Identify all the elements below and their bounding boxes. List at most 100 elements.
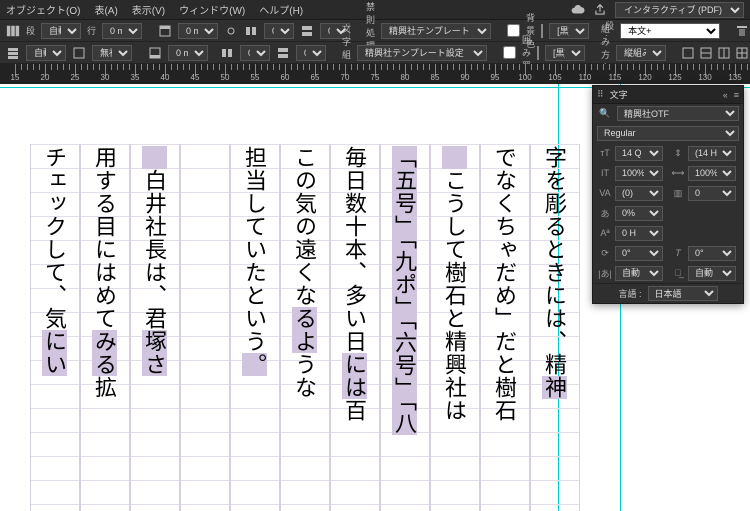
cloud-icon[interactable]	[571, 3, 585, 17]
text-column[interactable]: 用する目にはめてみる拡	[80, 144, 130, 511]
hscale-select[interactable]: 100%	[688, 166, 736, 181]
mojikumi-select[interactable]: 精興社テンプレート設定	[357, 45, 487, 61]
highlighted-text: るよ	[292, 307, 317, 353]
ruler-label: 100	[518, 73, 531, 82]
menu-window[interactable]: ウィンドウ(W)	[179, 2, 245, 17]
bgcolor-checkbox[interactable]	[507, 24, 520, 37]
ruler-label: 125	[668, 73, 681, 82]
ruler-label: 105	[548, 73, 561, 82]
kinsoku-select[interactable]: 精興社テンプレート	[381, 23, 491, 39]
ruler-label: 25	[71, 73, 80, 82]
menu-view[interactable]: 表示(V)	[132, 2, 165, 17]
dan-select[interactable]: 自動	[41, 23, 81, 39]
align-top-icon[interactable]	[736, 25, 748, 37]
gutter-c-select[interactable]: 0	[240, 45, 270, 61]
inset-bottom-select[interactable]: 0 mm	[168, 45, 208, 61]
text-column[interactable]: 担当していたという。	[230, 144, 280, 511]
row-gap-select[interactable]: 0 mm	[102, 23, 142, 39]
ruler-label: 50	[221, 73, 230, 82]
highlighted-text: にい	[42, 330, 67, 376]
stroke-checkbox[interactable]	[503, 46, 516, 59]
grid-b-icon[interactable]	[700, 47, 712, 59]
link-icon[interactable]	[224, 24, 238, 38]
text-column[interactable]	[180, 144, 230, 511]
text-column[interactable]: こうして樹石と精興社は	[430, 144, 480, 511]
ruler-label: 60	[281, 73, 290, 82]
gutter-d-select[interactable]: 0	[296, 45, 326, 61]
tsume-icon: あ	[597, 207, 613, 220]
font-style-select[interactable]: Regular	[597, 126, 739, 141]
bgcolor-swatch[interactable]	[541, 24, 543, 38]
row-label: 行	[87, 24, 96, 37]
highlighted-text: 「五号」	[392, 146, 417, 238]
rotate-icon: ⟳	[597, 248, 613, 259]
direction-select[interactable]: 縦組み	[616, 45, 666, 61]
text-column[interactable]: 白井社長は、君塚さ	[130, 144, 180, 511]
grid-a-icon[interactable]	[682, 47, 694, 59]
stroke-swatch[interactable]	[537, 46, 539, 60]
gutter-b-icon	[300, 24, 314, 38]
stroke-select[interactable]: [黒]	[545, 45, 585, 61]
columns-icon	[6, 24, 20, 38]
rotate-select[interactable]: 0°	[615, 246, 663, 261]
tracking-select[interactable]: 0	[688, 186, 736, 201]
text-column[interactable]: チェックして、気にい	[30, 144, 80, 511]
ruler-label: 70	[341, 73, 350, 82]
skew-select[interactable]: 0°	[688, 246, 736, 261]
ruler-label: 130	[698, 73, 711, 82]
rows-select[interactable]: 自動	[26, 45, 66, 61]
tsume-select[interactable]: 0%	[615, 206, 663, 221]
horizontal-ruler[interactable]: 1520253035404550556065707580859095100105…	[0, 64, 750, 84]
ruler-label: 80	[401, 73, 410, 82]
gutter-a-select[interactable]: 0	[264, 23, 294, 39]
menu-help[interactable]: ヘルプ(H)	[259, 2, 303, 17]
workspace-preset-select[interactable]: インタラクティブ (PDF)	[615, 2, 744, 18]
ruler-label: 30	[101, 73, 110, 82]
ruler-label: 85	[431, 73, 440, 82]
grid-c-icon[interactable]	[718, 47, 730, 59]
text-column[interactable]: でなくちゃだめ」だと樹石	[480, 144, 530, 511]
panel-collapse-icon[interactable]: «	[723, 90, 728, 100]
para-style-select[interactable]: 本文+	[620, 23, 720, 39]
baseline-icon: Aª	[597, 228, 613, 238]
auto2-select[interactable]: 自動	[688, 266, 736, 281]
ruler-label: 135	[728, 73, 741, 82]
font-size-select[interactable]: 14 Q	[615, 146, 663, 161]
auto1-select[interactable]: 自動	[615, 266, 663, 281]
menu-table[interactable]: 表(A)	[94, 2, 117, 17]
rows-icon	[6, 46, 20, 60]
panel-grip-icon[interactable]: ⠿	[597, 89, 604, 100]
wrap-select[interactable]: 無視	[92, 45, 132, 61]
bgcolor-select[interactable]: [黒]	[549, 23, 589, 39]
menu-object[interactable]: オブジェクト(O)	[6, 2, 80, 17]
kerning-icon: VA	[597, 188, 613, 198]
highlighted-text: には	[342, 353, 367, 399]
ruler-label: 65	[311, 73, 320, 82]
text-column[interactable]: 毎日数十本、多い日には百	[330, 144, 380, 511]
text-column[interactable]: この気の遠くなるような	[280, 144, 330, 511]
grid-d-icon[interactable]	[736, 47, 748, 59]
font-family-select[interactable]: 精興社OTF	[617, 106, 739, 121]
leading-icon: ⇕	[670, 148, 686, 159]
text-frame[interactable]: 字を彫るときには、精神でなくちゃだめ」だと樹石 こうして樹石と精興社は「五号」「…	[0, 144, 580, 511]
highlighted-text: 神	[542, 376, 567, 399]
panel-menu-icon[interactable]: ≡	[734, 90, 739, 100]
options-bar-1: 段 自動 行 0 mm 0 mm 0 0 禁則処理 : 精興社テンプレート 背景…	[0, 20, 750, 42]
leading-select[interactable]: (14 H)	[688, 146, 736, 161]
text-column[interactable]: 「五号」「九ポ」「六号」「八	[380, 144, 430, 511]
highlighted-text: 塚さ	[142, 330, 167, 376]
language-label: 言語 :	[618, 287, 641, 300]
character-tab[interactable]: 文字	[610, 88, 628, 101]
gutter-c-icon	[220, 46, 234, 60]
character-panel[interactable]: ⠿ 文字 « ≡ 🔍 精興社OTF Regular тT 14 Q ⇕ (14 …	[592, 85, 744, 304]
language-select[interactable]: 日本語	[648, 286, 718, 301]
kerning-select[interactable]: (0)	[615, 186, 663, 201]
vscale-icon: IT	[597, 168, 613, 178]
share-icon[interactable]	[593, 3, 607, 17]
text-column[interactable]: 字を彫るときには、精神	[530, 144, 580, 511]
vscale-select[interactable]: 100%	[615, 166, 663, 181]
highlighted-text: 。	[242, 353, 267, 376]
inset-top-icon	[158, 24, 172, 38]
baseline-select[interactable]: 0 H	[615, 226, 663, 241]
inset-top-select[interactable]: 0 mm	[178, 23, 218, 39]
